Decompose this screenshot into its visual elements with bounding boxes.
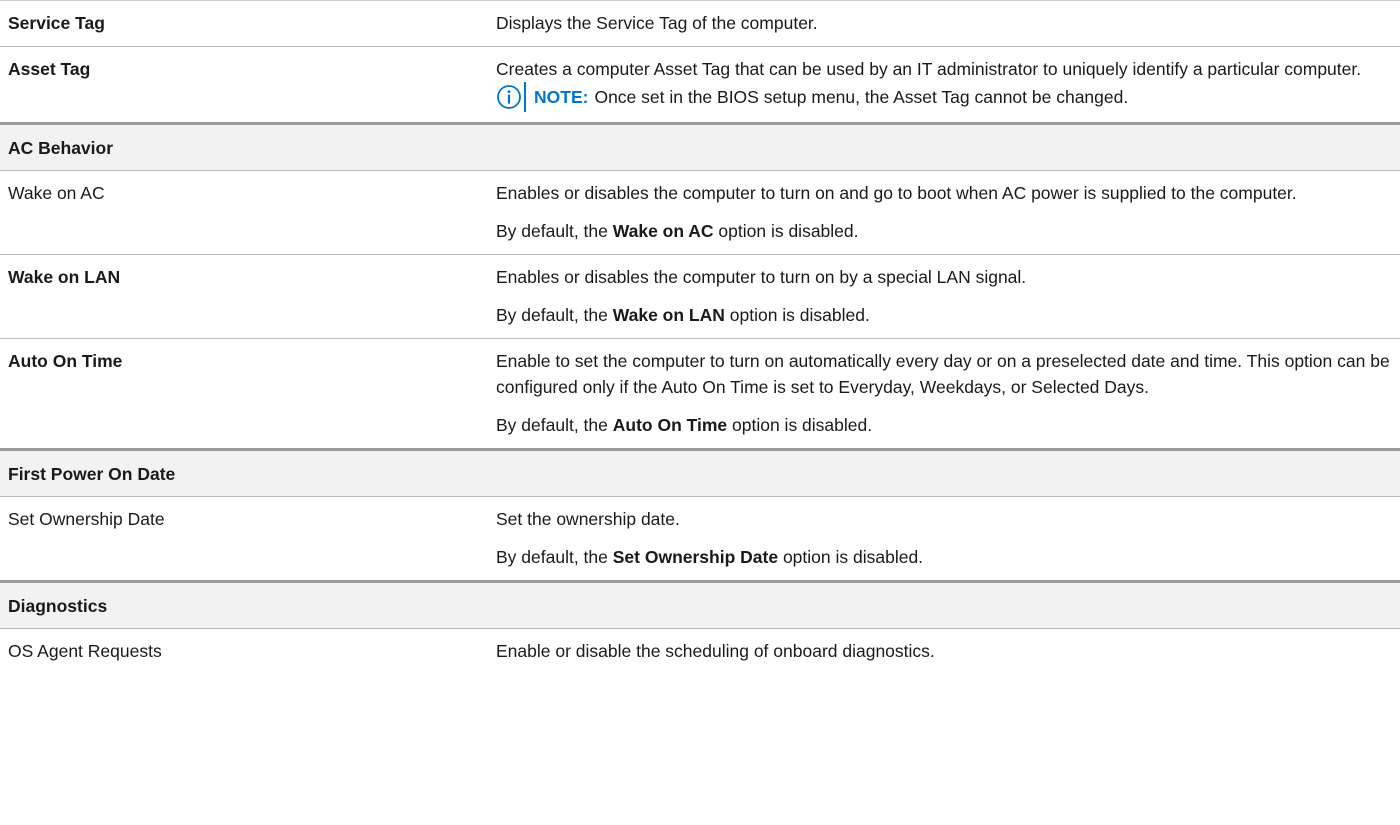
table-row-set-ownership-date: Set Ownership Date Set the ownership dat… [0,496,1400,580]
option-name: Wake on AC [8,183,105,203]
section-header-diagnostics: Diagnostics [0,580,1400,628]
note-label: NOTE: [534,87,589,107]
section-header-first-power-on-date: First Power On Date [0,448,1400,496]
table-row-wake-on-lan: Wake on LAN Enables or disables the comp… [0,254,1400,338]
default-suffix: option is disabled. [778,547,924,567]
description-text: Set the ownership date. [496,509,680,529]
default-suffix: option is disabled. [727,415,873,435]
table-row-os-agent-requests: OS Agent Requests Enable or disable the … [0,628,1400,674]
option-name: OS Agent Requests [8,641,162,661]
default-prefix: By default, the [496,547,613,567]
default-state-text: By default, the Auto On Time option is d… [496,412,1392,438]
default-option-name: Set Ownership Date [612,547,779,567]
default-suffix: option is disabled. [724,305,870,325]
option-description: Enable or disable the scheduling of onbo… [477,629,1392,674]
option-description: Enables or disables the computer to turn… [477,255,1392,338]
option-description: Enable to set the computer to turn on au… [477,339,1392,448]
option-name: Auto On Time [8,351,123,371]
description-text: Enables or disables the computer to turn… [496,267,1027,287]
default-option-name: Wake on LAN [612,305,725,325]
option-name: Asset Tag [8,59,91,79]
section-title: AC Behavior [8,138,114,158]
description-text: Displays the Service Tag of the computer… [496,13,818,33]
table-row-service-tag: Service Tag Displays the Service Tag of … [0,0,1400,46]
option-name: Wake on LAN [8,267,121,287]
default-prefix: By default, the [496,221,613,241]
option-description: Creates a computer Asset Tag that can be… [477,47,1392,122]
section-header-ac-behavior: AC Behavior [0,122,1400,170]
option-description: Enables or disables the computer to turn… [477,171,1392,254]
note-callout: NOTE: Once set in the BIOS setup menu, t… [496,82,1392,112]
table-row-wake-on-ac: Wake on AC Enables or disables the compu… [0,170,1400,254]
bios-options-table: Service Tag Displays the Service Tag of … [0,0,1400,674]
description-text: Creates a computer Asset Tag that can be… [496,59,1362,79]
option-name: Service Tag [8,13,105,33]
info-circle-icon [497,85,521,109]
default-prefix: By default, the [496,305,613,325]
option-name: Set Ownership Date [8,509,165,529]
default-state-text: By default, the Wake on LAN option is di… [496,302,1392,328]
section-title: Diagnostics [8,596,108,616]
table-row-auto-on-time: Auto On Time Enable to set the computer … [0,338,1400,448]
table-row-asset-tag: Asset Tag Creates a computer Asset Tag t… [0,46,1400,122]
description-text: Enable to set the computer to turn on au… [496,351,1390,397]
default-option-name: Auto On Time [612,415,728,435]
note-text: Once set in the BIOS setup menu, the Ass… [594,87,1129,107]
option-description: Set the ownership date. By default, the … [477,497,1392,580]
default-state-text: By default, the Wake on AC option is dis… [496,218,1392,244]
description-text: Enables or disables the computer to turn… [496,183,1297,203]
default-option-name: Wake on AC [612,221,714,241]
default-prefix: By default, the [496,415,613,435]
default-state-text: By default, the Set Ownership Date optio… [496,544,1392,570]
description-text: Enable or disable the scheduling of onbo… [496,641,935,661]
section-title: First Power On Date [8,464,176,484]
note-divider [524,82,526,112]
default-suffix: option is disabled. [713,221,859,241]
option-description: Displays the Service Tag of the computer… [477,1,1392,46]
